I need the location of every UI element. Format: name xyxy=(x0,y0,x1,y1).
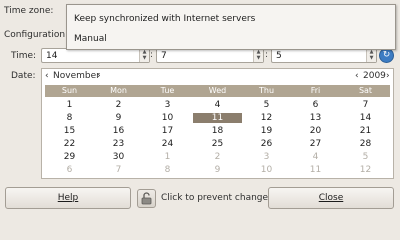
calendar-day-next-month[interactable]: 9 xyxy=(193,165,242,175)
configuration-label: Configuration: xyxy=(4,30,69,40)
calendar-day[interactable]: 1 xyxy=(45,100,94,110)
weekday-thu: Thu xyxy=(258,86,275,95)
close-button[interactable]: Close xyxy=(268,187,394,209)
minutes-value: 7 xyxy=(161,51,167,61)
calendar-day-next-month[interactable]: 7 xyxy=(94,165,143,175)
calendar-year: 2009 xyxy=(363,71,386,81)
date-label: Date: xyxy=(11,71,36,81)
calendar-day[interactable]: 30 xyxy=(94,152,143,162)
lock-icon xyxy=(141,192,152,205)
time-separator: : xyxy=(265,50,269,60)
calendar-day[interactable]: 21 xyxy=(341,126,390,136)
calendar-day[interactable]: 23 xyxy=(94,139,143,149)
calendar-day-next-month[interactable]: 5 xyxy=(341,152,390,162)
calendar-day[interactable]: 19 xyxy=(242,126,291,136)
hours-value: 14 xyxy=(46,51,58,61)
calendar-day[interactable]: 18 xyxy=(193,126,242,136)
close-button-label: Close xyxy=(318,193,344,203)
calendar-day[interactable]: 12 xyxy=(242,113,291,123)
calendar-day[interactable]: 27 xyxy=(291,139,340,149)
calendar-day[interactable]: 16 xyxy=(94,126,143,136)
calendar-day[interactable]: 7 xyxy=(341,100,390,110)
prev-year-button[interactable]: ‹ xyxy=(355,71,359,81)
seconds-value: 5 xyxy=(276,51,282,61)
calendar-month: November xyxy=(53,71,100,81)
calendar-day[interactable]: 14 xyxy=(341,113,390,123)
calendar-day[interactable]: 15 xyxy=(45,126,94,136)
calendar-day[interactable]: 10 xyxy=(143,113,192,123)
weekday-header: Sun Mon Tue Wed Thu Fri Sat xyxy=(45,85,390,97)
time-separator: : xyxy=(150,50,154,60)
seconds-spinner[interactable]: 5 ▲ ▼ xyxy=(271,48,377,63)
hours-spinner[interactable]: 14 ▲ ▼ xyxy=(41,48,150,63)
time-zone-label: Time zone: xyxy=(4,6,54,16)
calendar-day-next-month[interactable]: 6 xyxy=(45,165,94,175)
weekday-wed: Wed xyxy=(208,86,227,95)
menu-item-manual[interactable]: Manual xyxy=(74,34,107,44)
calendar-day-next-month[interactable]: 8 xyxy=(143,165,192,175)
calendar-day[interactable]: 9 xyxy=(94,113,143,123)
refresh-icon[interactable]: ↻ xyxy=(379,48,394,63)
calendar-day[interactable]: 8 xyxy=(45,113,94,123)
weekday-tue: Tue xyxy=(160,86,175,95)
calendar-day[interactable]: 4 xyxy=(193,100,242,110)
calendar-day[interactable]: 26 xyxy=(242,139,291,149)
calendar-day-next-month[interactable]: 12 xyxy=(341,165,390,175)
calendar-day[interactable]: 25 xyxy=(193,139,242,149)
next-year-button[interactable]: › xyxy=(386,71,390,81)
weekday-fri: Fri xyxy=(310,86,321,95)
help-button-label: Help xyxy=(57,193,79,203)
lock-button[interactable] xyxy=(137,189,156,208)
weekday-sun: Sun xyxy=(61,86,78,95)
calendar-day-next-month[interactable]: 4 xyxy=(291,152,340,162)
time-label: Time: xyxy=(11,51,37,61)
calendar-day-next-month[interactable]: 11 xyxy=(291,165,340,175)
calendar-day[interactable]: 28 xyxy=(341,139,390,149)
calendar-day[interactable]: 22 xyxy=(45,139,94,149)
help-button[interactable]: Help xyxy=(5,187,131,209)
calendar-day-selected[interactable]: 11 xyxy=(193,113,242,123)
weekday-mon: Mon xyxy=(110,86,127,95)
calendar-day[interactable]: 29 xyxy=(45,152,94,162)
lock-hint-text[interactable]: Click to prevent changes xyxy=(161,193,273,203)
minutes-spin-arrows[interactable]: ▲ ▼ xyxy=(253,49,263,62)
calendar-day[interactable]: 2 xyxy=(94,100,143,110)
prev-month-button[interactable]: ‹ xyxy=(45,71,49,81)
calendar-day-next-month[interactable]: 10 xyxy=(242,165,291,175)
minutes-spinner[interactable]: 7 ▲ ▼ xyxy=(156,48,264,63)
calendar-day[interactable]: 24 xyxy=(143,139,192,149)
calendar-day-next-month[interactable]: 3 xyxy=(242,152,291,162)
calendar-day[interactable]: 5 xyxy=(242,100,291,110)
hours-spin-arrows[interactable]: ▲ ▼ xyxy=(139,49,149,62)
next-month-button[interactable]: › xyxy=(97,71,101,81)
calendar-day[interactable]: 13 xyxy=(291,113,340,123)
weekday-sat: Sat xyxy=(358,86,373,95)
calendar-day[interactable]: 6 xyxy=(291,100,340,110)
menu-item-sync-internet[interactable]: Keep synchronized with Internet servers xyxy=(74,14,255,24)
calendar-day-next-month[interactable]: 1 xyxy=(143,152,192,162)
configuration-dropdown-menu: Keep synchronized with Internet servers … xyxy=(66,4,396,50)
calendar-day[interactable]: 3 xyxy=(143,100,192,110)
calendar-day-next-month[interactable]: 2 xyxy=(193,152,242,162)
calendar-day[interactable]: 17 xyxy=(143,126,192,136)
calendar-day[interactable]: 20 xyxy=(291,126,340,136)
seconds-spin-arrows[interactable]: ▲ ▼ xyxy=(366,49,376,62)
calendar[interactable]: ‹ November › ‹ 2009 › Sun Mon Tue Wed Th… xyxy=(41,68,394,179)
